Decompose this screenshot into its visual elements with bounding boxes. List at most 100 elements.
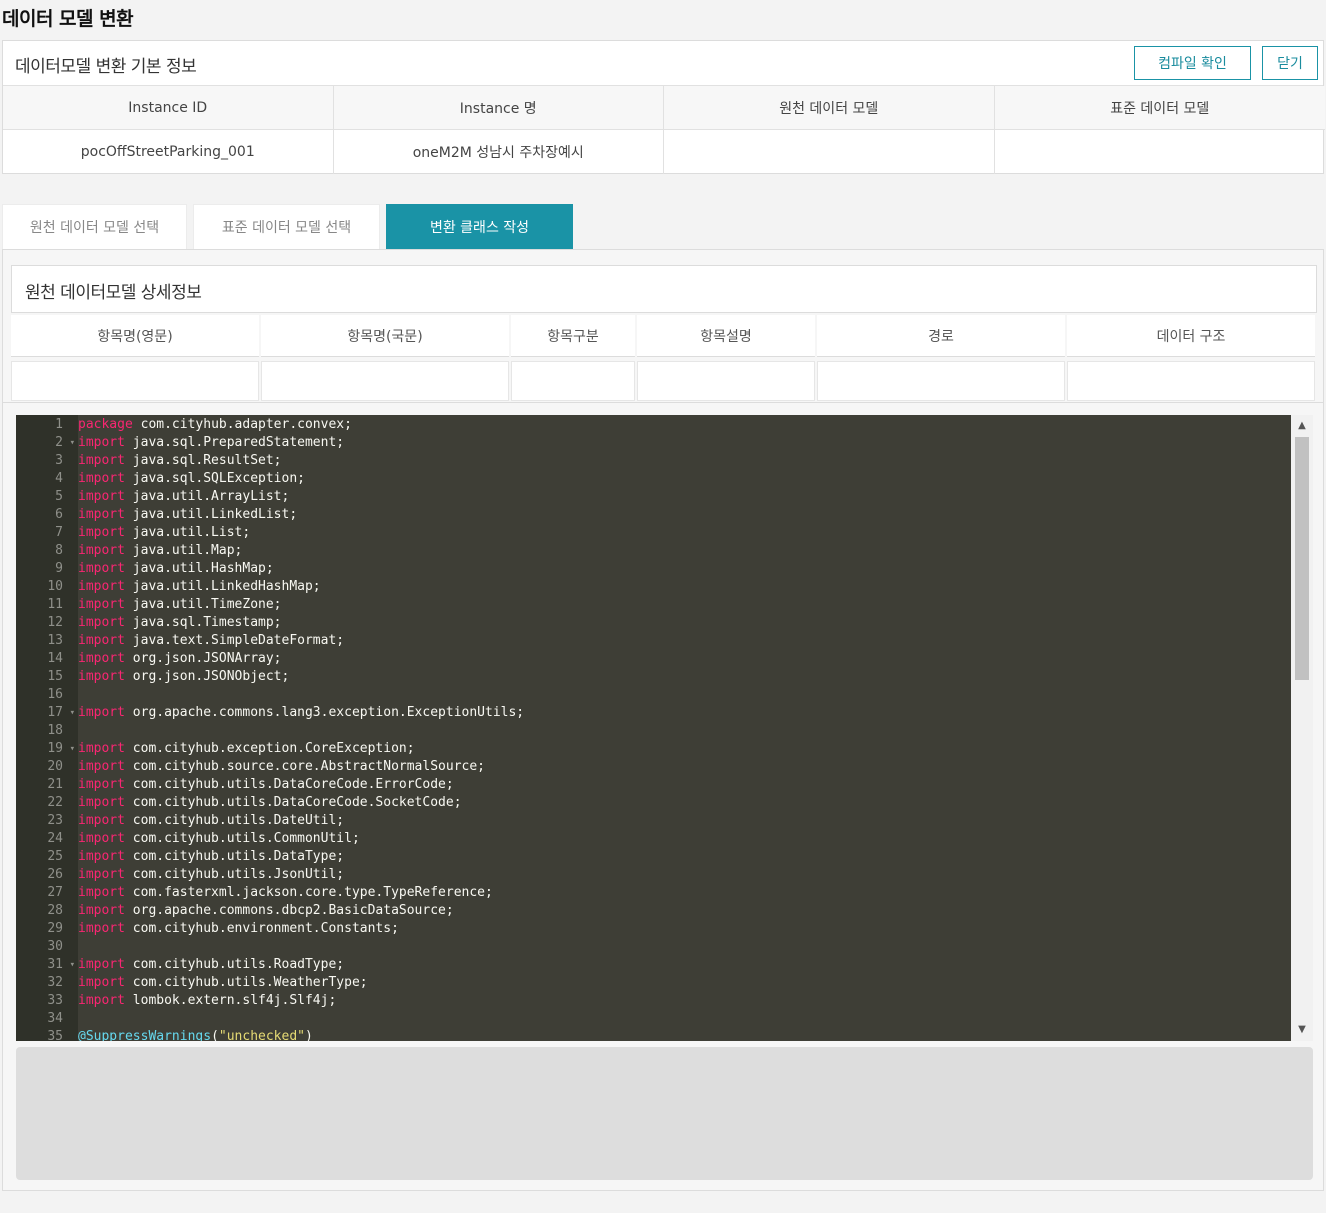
- code-identifier: com.cityhub.utils.WeatherType;: [124, 975, 368, 990]
- cell-item-type: [511, 361, 635, 401]
- code-identifier: java.sql.PreparedStatement;: [124, 435, 345, 450]
- code-line: 30: [16, 938, 1291, 956]
- code-line: 17import org.apache.commons.lang3.except…: [16, 704, 1291, 722]
- code-identifier: com.cityhub.environment.Constants;: [124, 921, 399, 936]
- tab-conversion-class[interactable]: 변환 클래스 작성: [386, 204, 573, 249]
- code-text: import java.util.TimeZone;: [78, 596, 282, 614]
- basic-info-table: Instance ID Instance 명 원천 데이터 모델 표준 데이터 …: [3, 86, 1325, 174]
- code-keyword: import: [78, 633, 125, 648]
- code-keyword: import: [78, 957, 125, 972]
- line-number: 22: [47, 795, 63, 810]
- header-standard-model: 표준 데이터 모델: [1110, 100, 1210, 117]
- code-text: import java.sql.Timestamp;: [78, 614, 282, 632]
- basic-info-value-row: pocOffStreetParking_001 oneM2M 성남시 주차장예시: [3, 130, 1325, 174]
- code-line: 31import com.cityhub.utils.RoadType;: [16, 956, 1291, 974]
- cell-item-name-ko: [261, 361, 509, 401]
- code-text: import com.cityhub.environment.Constants…: [78, 920, 399, 938]
- close-button[interactable]: 닫기: [1262, 46, 1318, 80]
- line-number: 7: [55, 525, 63, 540]
- line-number[interactable]: 2: [16, 434, 78, 452]
- header-item-name-en: 항목명(영문): [11, 315, 259, 357]
- line-number: 3: [55, 453, 63, 468]
- compile-result-area: [16, 1047, 1313, 1180]
- line-number[interactable]: 19: [16, 740, 78, 758]
- code-text: import org.json.JSONObject;: [78, 668, 289, 686]
- code-line: 21 import com.cityhub.utils.DataCoreCode.…: [16, 776, 1291, 794]
- scroll-up-icon[interactable]: ▲: [1291, 417, 1313, 435]
- scroll-thumb[interactable]: [1295, 437, 1309, 680]
- line-number: 25: [47, 849, 63, 864]
- code-identifier: com.cityhub.utils.DataCoreCode.SocketCod…: [124, 795, 462, 810]
- code-keyword: package: [78, 417, 133, 432]
- code-keyword: import: [78, 489, 125, 504]
- line-number[interactable]: 31: [16, 956, 78, 974]
- code-keyword: import: [78, 741, 125, 756]
- source-detail-title: 원천 데이터모델 상세정보: [25, 283, 202, 303]
- code-punctuation: ): [304, 1029, 313, 1041]
- code-line: 16: [16, 686, 1291, 704]
- code-identifier: com.cityhub.utils.CommonUtil;: [124, 831, 360, 846]
- line-number: 4: [55, 471, 63, 486]
- page-title: 데이터 모델 변환: [2, 8, 134, 30]
- code-identifier: org.json.JSONObject;: [124, 669, 290, 684]
- header-item-name-ko: 항목명(국문): [261, 315, 509, 357]
- header-instance-name: Instance 명: [334, 86, 664, 129]
- value-standard-model: [995, 130, 1326, 174]
- line-number: 16: [47, 687, 63, 702]
- line-number: 34: [47, 1011, 63, 1026]
- code-editor[interactable]: 1package com.cityhub.adapter.convex;2imp…: [16, 415, 1313, 1041]
- line-number[interactable]: 17: [16, 704, 78, 722]
- code-text: import java.util.List;: [78, 524, 250, 542]
- line-number: 29: [47, 921, 63, 936]
- compile-check-button[interactable]: 컴파일 확인: [1134, 46, 1251, 80]
- header-item-type: 항목구분: [511, 315, 635, 357]
- line-number: 21: [47, 777, 63, 792]
- code-identifier: java.util.ArrayList;: [124, 489, 290, 504]
- code-identifier: org.json.JSONArray;: [124, 651, 282, 666]
- scroll-down-icon[interactable]: ▼: [1291, 1021, 1313, 1039]
- code-keyword: import: [78, 435, 125, 450]
- code-keyword: import: [78, 507, 125, 522]
- line-number: 30: [47, 939, 63, 954]
- header-path: 경로: [817, 315, 1065, 357]
- line-number: 35: [47, 1029, 63, 1041]
- code-line: 35 @SuppressWarnings("unchecked"): [16, 1028, 1291, 1041]
- code-text: import java.util.LinkedHashMap;: [78, 578, 321, 596]
- code-content[interactable]: 1package com.cityhub.adapter.convex;2imp…: [16, 416, 1291, 1041]
- code-line: 18: [16, 722, 1291, 740]
- code-text: package com.cityhub.adapter.convex;: [78, 416, 352, 434]
- code-identifier: java.util.List;: [124, 525, 251, 540]
- code-line: 27 import com.fasterxml.jackson.core.type…: [16, 884, 1291, 902]
- code-text: import com.cityhub.utils.JsonUtil;: [78, 866, 344, 884]
- code-line: 6 import java.util.LinkedList;: [16, 506, 1291, 524]
- code-line: 32 import com.cityhub.utils.WeatherType;: [16, 974, 1291, 992]
- code-text: import org.json.JSONArray;: [78, 650, 282, 668]
- code-line: 9 import java.util.HashMap;: [16, 560, 1291, 578]
- editor-scrollbar[interactable]: ▲ ▼: [1291, 415, 1313, 1041]
- basic-info-header-row: Instance ID Instance 명 원천 데이터 모델 표준 데이터 …: [3, 86, 1325, 130]
- code-text: @SuppressWarnings("unchecked"): [78, 1028, 313, 1041]
- code-identifier: java.text.SimpleDateFormat;: [124, 633, 345, 648]
- code-line: 10 import java.util.LinkedHashMap;: [16, 578, 1291, 596]
- section-divider: [3, 402, 1323, 403]
- line-number: 8: [55, 543, 63, 558]
- line-number: 18: [47, 723, 63, 738]
- code-keyword: import: [78, 759, 125, 774]
- code-identifier: com.cityhub.utils.RoadType;: [124, 957, 345, 972]
- code-line: 12 import java.sql.Timestamp;: [16, 614, 1291, 632]
- code-text: import com.cityhub.exception.CoreExcepti…: [78, 740, 415, 758]
- line-number: 6: [55, 507, 63, 522]
- tab-source-model-select[interactable]: 원천 데이터 모델 선택: [2, 204, 187, 249]
- code-line: 28 import org.apache.commons.dbcp2.BasicD…: [16, 902, 1291, 920]
- code-identifier: java.util.LinkedHashMap;: [124, 579, 321, 594]
- line-number: 5: [55, 489, 63, 504]
- code-keyword: import: [78, 831, 125, 846]
- code-identifier: com.fasterxml.jackson.core.type.TypeRefe…: [124, 885, 493, 900]
- code-line: 22 import com.cityhub.utils.DataCoreCode.…: [16, 794, 1291, 812]
- code-identifier: org.apache.commons.lang3.exception.Excep…: [124, 705, 525, 720]
- value-source-model: [664, 130, 995, 174]
- tab-standard-model-select[interactable]: 표준 데이터 모델 선택: [193, 204, 380, 249]
- code-text: import com.cityhub.utils.DataType;: [78, 848, 344, 866]
- code-text: import java.util.HashMap;: [78, 560, 274, 578]
- code-identifier: com.cityhub.adapter.convex;: [132, 417, 352, 432]
